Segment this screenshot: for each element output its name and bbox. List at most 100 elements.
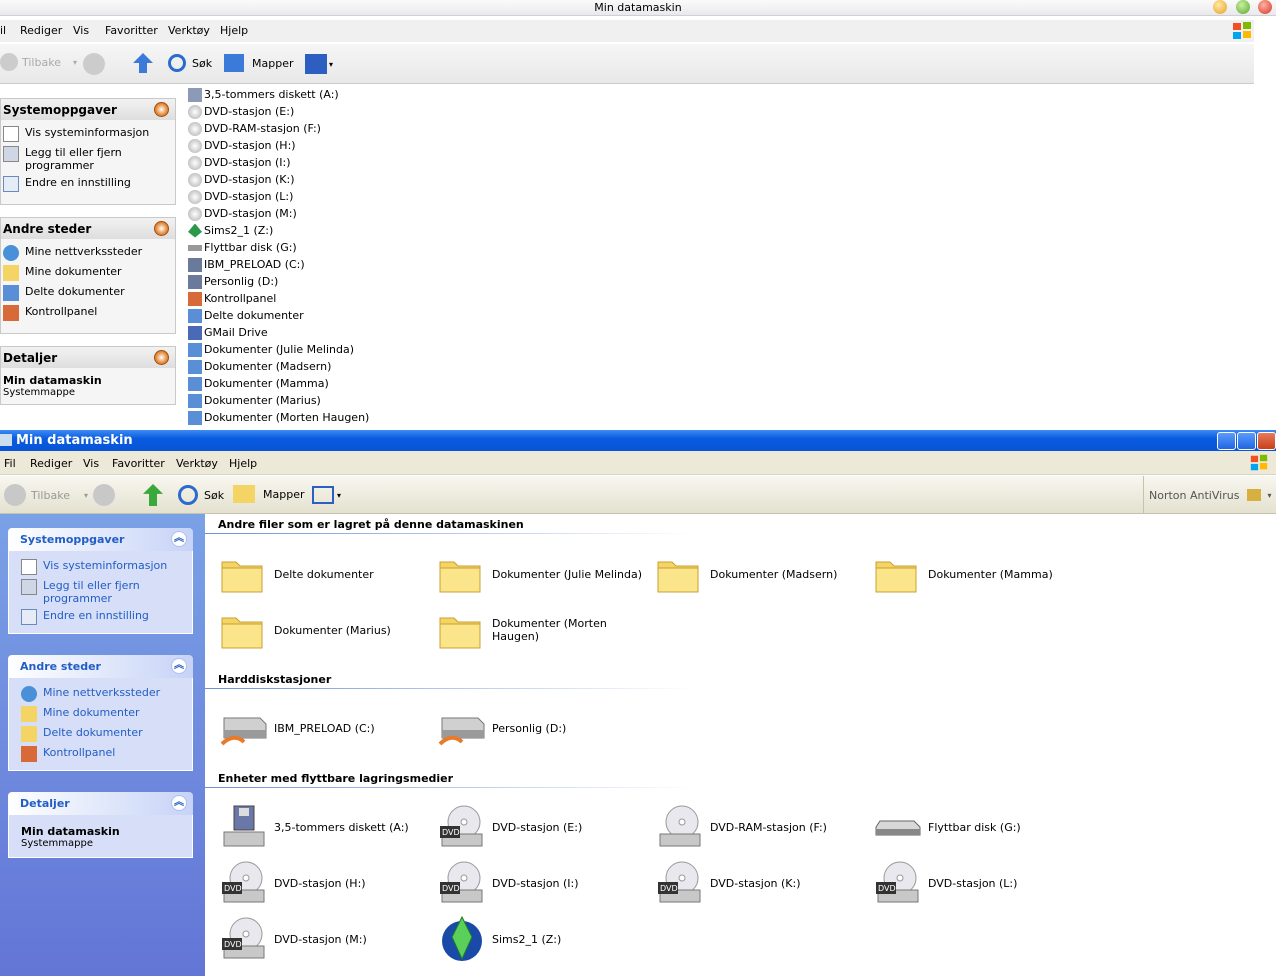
menu-tools[interactable]: Verktøy xyxy=(176,457,218,470)
collapse-chevron-icon[interactable]: ︽ xyxy=(171,795,187,811)
forward-button[interactable] xyxy=(83,53,105,78)
collapse-icon[interactable] xyxy=(154,221,169,236)
list-item[interactable]: Dokumenter (Morten Haugen) xyxy=(188,409,369,426)
norton-toolbar[interactable]: Norton AntiVirus ▾ xyxy=(1143,476,1276,514)
list-item[interactable]: DVD-stasjon (I:) xyxy=(188,154,369,171)
collapse-icon[interactable] xyxy=(154,102,169,117)
search-button[interactable]: Søk xyxy=(168,54,212,72)
folder-item[interactable]: Dokumenter (Julie Melinda) xyxy=(438,549,656,599)
menu-favorites[interactable]: Favoritter xyxy=(112,457,165,470)
details-name: Min datamaskin xyxy=(21,825,120,838)
removable-disk-icon xyxy=(874,803,922,851)
menu-edit[interactable]: Rediger xyxy=(20,24,62,37)
pane-header-details[interactable]: Detaljer ︽ xyxy=(8,792,193,815)
drive-item[interactable]: DVD DVD-stasjon (E:) xyxy=(438,802,656,852)
place-control-panel[interactable]: Kontrollpanel xyxy=(21,746,180,762)
pane-header-other-places[interactable]: Andre steder ︽ xyxy=(8,655,193,678)
menu-file[interactable]: Fil xyxy=(4,457,16,470)
views-button[interactable]: ▾ xyxy=(312,484,348,506)
folder-item[interactable]: Dokumenter (Marius) xyxy=(220,605,438,655)
place-shared-documents[interactable]: Delte dokumenter xyxy=(3,285,173,301)
folders-button[interactable]: Mapper xyxy=(224,54,294,72)
folder-item[interactable]: Delte dokumenter xyxy=(220,549,438,599)
list-item[interactable]: Kontrollpanel xyxy=(188,290,369,307)
task-add-remove-programs[interactable]: Legg til eller fjern programmer xyxy=(21,579,180,605)
search-button[interactable]: Søk xyxy=(178,485,224,505)
menu-favorites[interactable]: Favoritter xyxy=(105,24,158,37)
place-my-documents[interactable]: Mine dokumenter xyxy=(21,706,180,722)
title-bar[interactable]: Min datamaskin xyxy=(0,0,1276,16)
list-item[interactable]: 3,5-tommers diskett (A:) xyxy=(188,86,369,103)
drive-item[interactable]: IBM_PRELOAD (C:) xyxy=(220,703,438,753)
collapse-chevron-icon[interactable]: ︽ xyxy=(171,658,187,674)
menu-edit[interactable]: Rediger xyxy=(30,457,72,470)
list-item[interactable]: DVD-stasjon (K:) xyxy=(188,171,369,188)
list-item[interactable]: DVD-RAM-stasjon (F:) xyxy=(188,120,369,137)
dvd-icon: DVD xyxy=(220,915,268,963)
folder-item[interactable]: Dokumenter (Madsern) xyxy=(656,549,874,599)
place-network[interactable]: Mine nettverkssteder xyxy=(21,686,180,702)
up-folder-icon[interactable] xyxy=(143,484,163,506)
drive-item[interactable]: DVD DVD-stasjon (H:) xyxy=(220,858,438,908)
list-item[interactable]: GMail Drive xyxy=(188,324,369,341)
menu-view[interactable]: Vis xyxy=(83,457,99,470)
menu-help[interactable]: Hjelp xyxy=(229,457,257,470)
list-item[interactable]: Delte dokumenter xyxy=(188,307,369,324)
minimize-button[interactable] xyxy=(1217,432,1236,450)
place-my-documents[interactable]: Mine dokumenter xyxy=(3,265,173,281)
list-item[interactable]: DVD-stasjon (M:) xyxy=(188,205,369,222)
folders-button[interactable]: Mapper xyxy=(233,485,305,503)
list-item[interactable]: Dokumenter (Mamma) xyxy=(188,375,369,392)
task-change-setting[interactable]: Endre en innstilling xyxy=(21,609,180,625)
close-button[interactable] xyxy=(1258,0,1272,14)
menu-tools[interactable]: Verktøy xyxy=(168,24,210,37)
list-item[interactable]: Personlig (D:) xyxy=(188,273,369,290)
drive-item[interactable]: DVD DVD-stasjon (L:) xyxy=(874,858,1092,908)
views-button[interactable]: ▾ xyxy=(305,53,337,75)
pane-header-system-tasks[interactable]: Systemoppgaver ︽ xyxy=(8,528,193,551)
list-item[interactable]: DVD-stasjon (H:) xyxy=(188,137,369,154)
maximize-button[interactable] xyxy=(1235,0,1250,14)
restore-button[interactable] xyxy=(1237,432,1256,450)
folder-item[interactable]: Dokumenter (Mamma) xyxy=(874,549,1092,599)
list-item[interactable]: IBM_PRELOAD (C:) xyxy=(188,256,369,273)
list-item[interactable]: DVD-stasjon (L:) xyxy=(188,188,369,205)
list-item[interactable]: Dokumenter (Madsern) xyxy=(188,358,369,375)
task-view-system-info[interactable]: Vis systeminformasjon xyxy=(3,126,173,142)
up-folder-icon[interactable] xyxy=(133,53,153,73)
drive-item[interactable]: 3,5-tommers diskett (A:) xyxy=(220,802,438,852)
forward-button[interactable] xyxy=(93,484,115,509)
drive-item[interactable]: Sims2_1 (Z:) xyxy=(438,914,656,964)
task-add-remove-programs[interactable]: Legg til eller fjern programmer xyxy=(3,146,173,172)
pane-header-system-tasks[interactable]: Systemoppgaver xyxy=(0,98,176,120)
task-change-setting[interactable]: Endre en innstilling xyxy=(3,176,173,192)
drive-item[interactable]: DVD DVD-stasjon (M:) xyxy=(220,914,438,964)
drive-item[interactable]: DVD-RAM-stasjon (F:) xyxy=(656,802,874,852)
task-view-system-info[interactable]: Vis systeminformasjon xyxy=(21,559,180,575)
pane-header-other-places[interactable]: Andre steder xyxy=(0,217,176,239)
drive-item[interactable]: DVD DVD-stasjon (I:) xyxy=(438,858,656,908)
menu-help[interactable]: Hjelp xyxy=(220,24,248,37)
title-bar[interactable]: Min datamaskin xyxy=(0,430,1276,451)
collapse-chevron-icon[interactable]: ︽ xyxy=(171,531,187,547)
folder-item[interactable]: Dokumenter (Morten Haugen) xyxy=(438,605,656,655)
list-item[interactable]: Dokumenter (Marius) xyxy=(188,392,369,409)
list-item[interactable]: Sims2_1 (Z:) xyxy=(188,222,369,239)
menu-file[interactable]: il xyxy=(0,24,6,37)
place-shared-documents[interactable]: Delte dokumenter xyxy=(21,726,180,742)
list-item[interactable]: Dokumenter (Julie Melinda) xyxy=(188,341,369,358)
drive-item[interactable]: DVD DVD-stasjon (K:) xyxy=(656,858,874,908)
drive-item[interactable]: Flyttbar disk (G:) xyxy=(874,802,1092,852)
minimize-button[interactable] xyxy=(1213,0,1227,14)
collapse-icon[interactable] xyxy=(154,350,169,365)
place-control-panel[interactable]: Kontrollpanel xyxy=(3,305,173,321)
pane-header-details[interactable]: Detaljer xyxy=(0,346,176,368)
back-button[interactable]: Tilbake ▾ xyxy=(4,484,88,506)
close-button[interactable] xyxy=(1257,432,1276,450)
place-network[interactable]: Mine nettverkssteder xyxy=(3,245,173,261)
list-item[interactable]: Flyttbar disk (G:) xyxy=(188,239,369,256)
back-button[interactable]: Tilbake ▾ xyxy=(0,53,77,71)
list-item[interactable]: DVD-stasjon (E:) xyxy=(188,103,369,120)
drive-item[interactable]: Personlig (D:) xyxy=(438,703,656,753)
menu-view[interactable]: Vis xyxy=(73,24,89,37)
